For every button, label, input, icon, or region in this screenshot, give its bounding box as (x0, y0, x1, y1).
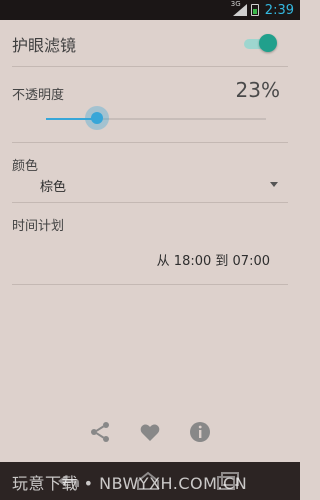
divider (12, 284, 288, 285)
divider (12, 142, 288, 143)
divider (12, 66, 288, 67)
toggle-thumb (259, 34, 277, 52)
schedule-time-range[interactable]: 从 18:00 到 07:00 (157, 250, 270, 269)
network-type-label: 3G (230, 0, 241, 8)
signal-icon: 3G (231, 0, 247, 16)
status-time: 2:39 (264, 2, 294, 18)
status-bar: 3G 2:39 (0, 0, 300, 20)
filter-toggle[interactable] (244, 33, 278, 53)
info-icon[interactable] (188, 420, 212, 444)
opacity-value: 23% (235, 78, 280, 102)
dropdown-arrow-icon (270, 182, 278, 187)
battery-icon (250, 4, 259, 16)
divider (12, 202, 288, 203)
opacity-slider[interactable] (46, 106, 266, 130)
slider-handle[interactable] (90, 112, 103, 124)
share-icon[interactable] (88, 420, 112, 444)
schedule-label: 时间计划 (12, 219, 65, 234)
opacity-label: 不透明度 (12, 88, 65, 103)
action-bar (0, 420, 300, 444)
color-dropdown[interactable]: 棕色 (40, 176, 278, 196)
header: 护眼滤镜 (0, 20, 300, 66)
watermark-text: 玩意下载 • NBWYXH.COM.CN (12, 474, 248, 493)
color-label: 颜色 (12, 159, 39, 174)
heart-icon[interactable] (138, 420, 162, 444)
color-selected-value: 棕色 (40, 180, 67, 195)
page-title: 护眼滤镜 (12, 36, 77, 55)
